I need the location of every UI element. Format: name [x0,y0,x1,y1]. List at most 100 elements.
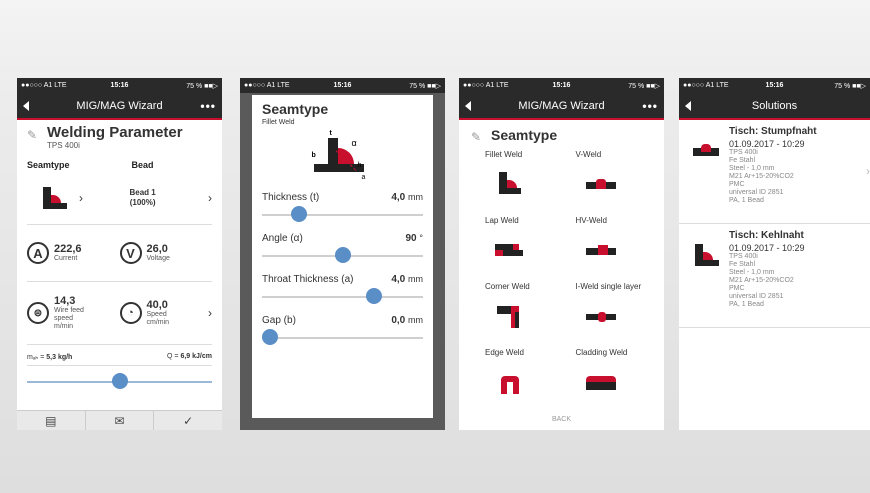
more-menu-icon[interactable]: ••• [200,99,216,113]
parameter-slider[interactable] [27,372,212,392]
bead-header: Bead [131,160,154,170]
wire-feed-unit: Wire feed speed m/min [54,307,84,330]
solution-detail: TPS 400i [729,149,758,156]
param-value: 0,0 mm [391,315,423,326]
seamtype-label: Lap Weld [485,216,519,225]
battery-label: 75 % ■■▷ [409,82,441,90]
welding-parameter-screen: ●●○○○ A1 LTE 15:16 75 % ■■▷ MIG/MAG Wiza… [17,78,222,430]
fillet-weld-icon [495,172,525,196]
diagram-label-h: h [357,162,362,169]
back-arrow-icon[interactable] [685,100,691,111]
seamtype-option[interactable]: I-Weld single layer [562,282,653,344]
page-title: Welding Parameter [47,124,183,141]
param-row: Thickness (t) 4,0 mm [262,192,423,203]
param-value: 90 ° [405,233,423,244]
slider-knob[interactable] [366,288,383,304]
pencil-icon[interactable]: ✎ [27,128,41,142]
seamtype-label: Edge Weld [485,348,524,357]
param-label: Throat Thickness (a) [262,274,354,285]
seamtype-option[interactable]: V-Weld [562,150,653,212]
param-slider[interactable] [262,328,423,348]
nav-title: MIG/MAG Wizard [76,99,163,112]
butt-weld-icon [693,140,719,162]
back-arrow-icon[interactable] [23,100,29,111]
param-row: Throat Thickness (a) 4,0 mm [262,274,423,285]
nav-bar: MIG/MAG Wizard ••• [17,93,222,120]
seamtype-label: Corner Weld [485,282,530,291]
chevron-right-icon: › [208,306,212,320]
pencil-icon[interactable]: ✎ [471,130,485,144]
param-slider[interactable] [262,205,423,225]
param-slider[interactable] [262,287,423,307]
bead-selector[interactable]: Bead 1 (100%) › [120,188,213,208]
carrier-label: ●●○○○ A1 LTE [21,82,67,89]
chevron-right-icon: › [866,164,870,178]
time-label: 15:16 [552,82,571,89]
status-bar: ●●○○○ A1 LTE 15:16 75 % ■■▷ [459,78,664,93]
speed-unit: Speed cm/min [146,311,170,326]
param-row: Angle (α) 90 ° [262,233,423,244]
solution-detail: PA, 1 Bead [729,301,764,308]
param-slider[interactable] [262,246,423,266]
slider-knob[interactable] [262,329,278,345]
solution-title: Tisch: Stumpfnaht [729,126,817,137]
seamtype-label: Fillet Weld [485,150,523,159]
slider-knob[interactable] [111,373,128,389]
seamtype-option[interactable]: Fillet Weld [471,150,562,212]
bead-number: Bead 1 [129,188,156,197]
solution-detail: Steel - 1,0 mm [729,165,775,172]
carrier-label: ●●○○○ A1 LTE [683,82,729,89]
tab-bar: ▤ ✉ ✓ [17,410,222,430]
param-label: Gap (b) [262,315,296,326]
back-arrow-icon[interactable] [465,100,471,111]
status-bar: ●●○○○ A1 LTE 15:16 75 % ■■▷ [679,78,870,93]
nav-bar: MIG/MAG Wizard ••• [459,93,664,120]
fillet-weld-icon [41,187,67,209]
seamtype-option[interactable]: Lap Weld [471,216,562,278]
seamtype-label: HV-Weld [575,216,607,225]
back-button[interactable]: BACK [459,416,664,430]
solution-date: 01.09.2017 - 10:29 [729,139,805,149]
solution-detail: Fe Stahl [729,157,756,164]
voltage-value: 26,0 [146,243,168,255]
document-icon[interactable]: ▤ [17,411,86,430]
chevron-right-icon: › [208,191,212,205]
seamtype-label: V-Weld [575,150,602,159]
solution-detail: M21 Ar+15-20%CO2 [729,173,794,180]
battery-label: 75 % ■■▷ [628,82,660,90]
ampere-icon: A [27,242,49,264]
current-unit: Current [54,255,78,262]
wire-feed-value: 14,3 [54,295,76,307]
seamtype-selector[interactable]: › [27,187,120,209]
seamtype-header: Seamtype [27,160,70,170]
diagram-label-a: a [361,174,366,181]
status-bar: ●●○○○ A1 LTE 15:16 75 % ■■▷ [240,78,445,93]
slider-knob[interactable] [291,206,307,222]
more-menu-icon[interactable]: ••• [642,99,658,113]
seamtype-label: I-Weld single layer [575,282,642,291]
check-icon[interactable]: ✓ [154,411,222,430]
chevron-right-icon: › [79,191,83,205]
seamtype-option[interactable]: HV-Weld [562,216,653,278]
solution-date: 01.09.2017 - 10:29 [729,243,805,253]
voltage-gauge: V 26,0 Voltage [119,242,213,264]
cladding-weld-icon [585,370,616,394]
param-label: Thickness (t) [262,192,320,203]
mail-icon[interactable]: ✉ [86,411,155,430]
diagram-label-b: b [311,152,316,159]
mab-label: mₐₕ = [27,354,45,361]
seamtype-option[interactable]: Cladding Weld [562,348,653,410]
bead-percent: (100%) [129,198,156,207]
slider-knob[interactable] [334,247,351,263]
solution-item[interactable]: Tisch: Stumpfnaht 01.09.2017 - 10:29 TPS 4… [679,120,870,224]
speed-value: 40,0 [146,299,168,311]
solution-detail: PA, 1 Bead [729,197,764,204]
param-row: Gap (b) 0,0 mm [262,315,423,326]
q-value: 6,9 kJ/cm [180,353,212,360]
solution-item[interactable]: Tisch: Kehlnaht 01.09.2017 - 10:29 TPS 400… [679,224,870,328]
modal-title: Seamtype [262,101,329,117]
current-value: 222,6 [54,243,82,255]
seamtype-option[interactable]: Edge Weld [471,348,562,410]
seamtype-option[interactable]: Corner Weld [471,282,562,344]
speed-gauge[interactable]: ◔ 40,0 Speed cm/min › [119,299,212,327]
